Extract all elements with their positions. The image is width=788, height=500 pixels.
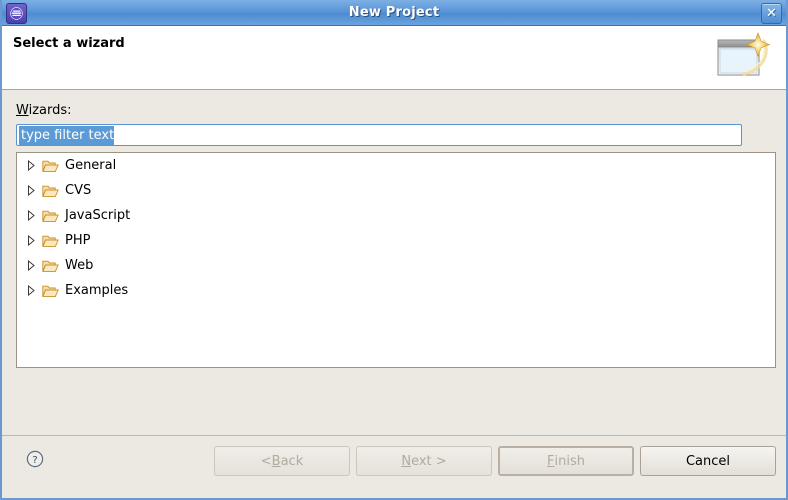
chevron-right-icon[interactable] [23, 158, 39, 174]
wizard-header: Select a wizard [2, 26, 786, 90]
finish-button-suffix: inish [554, 453, 585, 469]
svg-text:?: ? [32, 455, 37, 466]
new-wizard-banner-icon [714, 29, 778, 87]
text-caret [114, 127, 116, 143]
chevron-right-icon[interactable] [23, 283, 39, 299]
next-button[interactable]: Next > [356, 446, 492, 476]
next-button-mnemonic: N [401, 453, 412, 469]
tree-item-label: JavaScript [65, 208, 131, 223]
tree-item-label: General [65, 158, 117, 173]
dialog-body: Wizards: type filter text General CVS Ja… [2, 90, 786, 435]
back-button-suffix: ack [280, 453, 304, 469]
tree-item-cvs[interactable]: CVS [17, 178, 775, 203]
close-icon[interactable]: ✕ [761, 3, 782, 24]
page-title: Select a wizard [13, 36, 125, 51]
dialog-footer: ? < Back Next > Finish Cancel [2, 435, 786, 498]
tree-item-label: Examples [65, 283, 129, 298]
folder-icon [41, 258, 59, 274]
tree-item-php[interactable]: PHP [17, 228, 775, 253]
tree-item-javascript[interactable]: JavaScript [17, 203, 775, 228]
eclipse-logo-icon [6, 3, 27, 24]
folder-icon [41, 183, 59, 199]
tree-item-general[interactable]: General [17, 153, 775, 178]
wizards-tree[interactable]: General CVS JavaScript PHP Web Examples [16, 152, 776, 368]
folder-icon [41, 158, 59, 174]
folder-icon [41, 283, 59, 299]
folder-icon [41, 208, 59, 224]
new-project-dialog: New Project ✕ Select a wizard Wizards: t… [0, 0, 788, 500]
wizards-label-rest: izards: [28, 103, 72, 118]
filter-input-value: type filter text [19, 125, 115, 145]
chevron-right-icon[interactable] [23, 208, 39, 224]
tree-item-examples[interactable]: Examples [17, 278, 775, 303]
cancel-button[interactable]: Cancel [640, 446, 776, 476]
chevron-right-icon[interactable] [23, 233, 39, 249]
filter-input[interactable]: type filter text [16, 124, 742, 146]
cancel-button-suffix: Cancel [685, 453, 731, 469]
back-button[interactable]: < Back [214, 446, 350, 476]
title-bar[interactable]: New Project ✕ [2, 0, 786, 26]
back-button-mnemonic: B [271, 453, 281, 469]
help-question-icon[interactable]: ? [26, 450, 44, 468]
folder-icon [41, 233, 59, 249]
finish-button-mnemonic: F [547, 453, 555, 469]
chevron-right-icon[interactable] [23, 183, 39, 199]
finish-button[interactable]: Finish [498, 446, 634, 476]
window-title: New Project [348, 5, 440, 20]
tree-item-label: CVS [65, 183, 92, 198]
dialog-button-row: < Back Next > Finish Cancel [214, 446, 776, 476]
wizards-label-mnemonic: W [16, 103, 29, 118]
close-glyph: ✕ [766, 6, 777, 21]
chevron-right-icon[interactable] [23, 258, 39, 274]
next-button-suffix: ext > [411, 453, 447, 469]
tree-item-web[interactable]: Web [17, 253, 775, 278]
tree-item-label: PHP [65, 233, 91, 248]
tree-item-label: Web [65, 258, 94, 273]
back-button-prefix: < [260, 453, 272, 469]
wizards-label: Wizards: [16, 103, 72, 118]
